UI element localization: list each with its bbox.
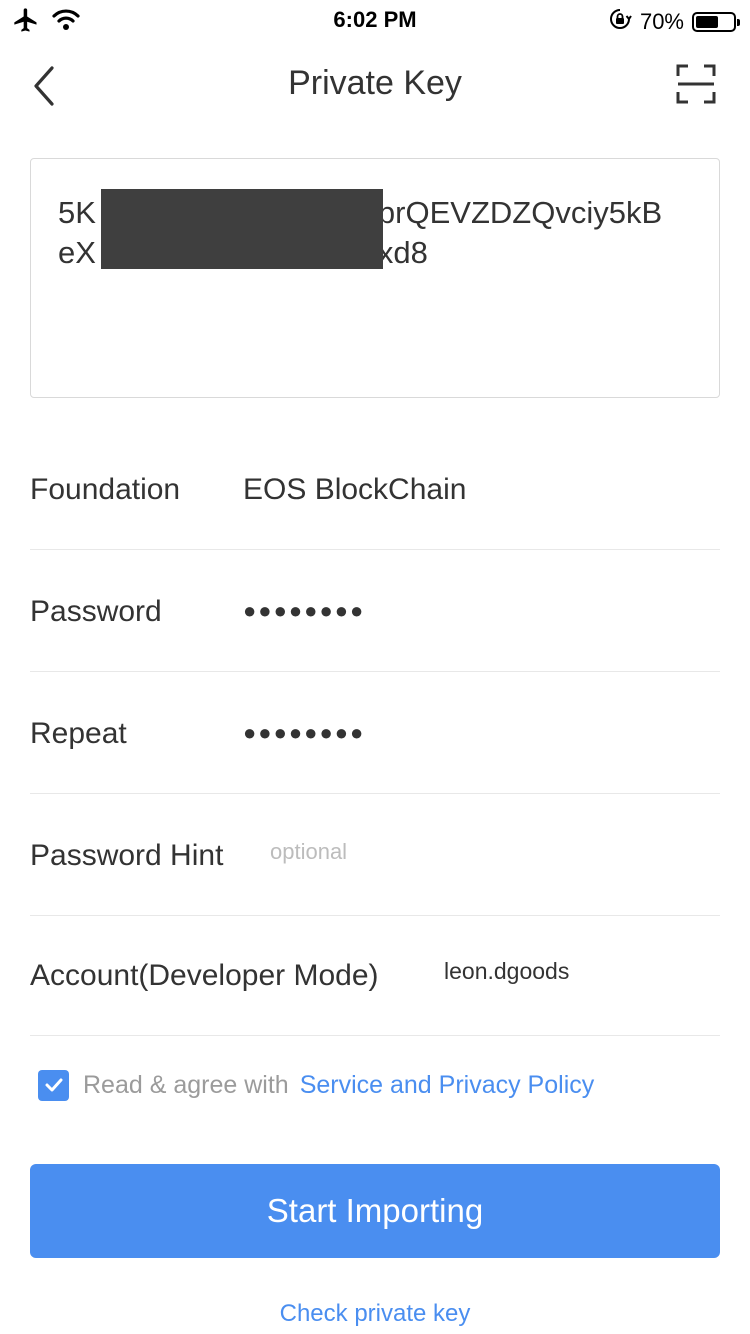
private-key-textarea[interactable]: 5K prQEVZDZQvciy5kB eX xd8 bbox=[30, 158, 720, 398]
status-right: 70% bbox=[608, 7, 740, 37]
account-row: Account(Developer Mode) leon.dgoods bbox=[30, 914, 720, 1036]
private-key-line2-end: xd8 bbox=[377, 235, 428, 270]
battery-percent: 70% bbox=[639, 9, 684, 34]
checkmark-icon bbox=[45, 1078, 62, 1092]
password-hint-label: Password Hint bbox=[30, 839, 224, 872]
account-input[interactable]: leon.dgoods bbox=[444, 958, 569, 985]
private-key-line1-end: prQEVZDZQvciy5kB bbox=[377, 195, 663, 230]
password-hint-row: Password Hint optional bbox=[30, 794, 720, 916]
repeat-row: Repeat ●●●●●●●● bbox=[30, 672, 720, 794]
scan-button[interactable] bbox=[676, 64, 716, 104]
status-bar: 6:02 PM 70% bbox=[0, 0, 750, 40]
repeat-label: Repeat bbox=[30, 717, 127, 750]
password-hint-input[interactable]: optional bbox=[270, 839, 347, 865]
agree-text: Read & agree with bbox=[83, 1070, 289, 1099]
foundation-label: Foundation bbox=[30, 473, 181, 506]
start-importing-button[interactable]: Start Importing bbox=[30, 1164, 720, 1258]
battery-icon bbox=[692, 12, 740, 32]
private-key-line2-start: eX bbox=[58, 235, 96, 270]
battery-fill bbox=[696, 16, 719, 28]
foundation-value: EOS BlockChain bbox=[243, 473, 467, 506]
page-title: Private Key bbox=[288, 64, 462, 102]
password-field[interactable]: ●●●●●●●● bbox=[243, 598, 365, 624]
scan-icon bbox=[676, 64, 716, 104]
nav-bar: Private Key bbox=[0, 40, 750, 130]
privacy-policy-link[interactable]: Service and Privacy Policy bbox=[300, 1071, 595, 1100]
orientation-lock-icon bbox=[608, 7, 632, 37]
agree-checkbox[interactable] bbox=[38, 1069, 69, 1101]
battery-tip bbox=[737, 19, 740, 26]
password-row: Password ●●●●●●●● bbox=[30, 550, 720, 672]
check-private-key-link[interactable]: Check private key bbox=[0, 1300, 750, 1328]
private-key-line1-start: 5K bbox=[58, 195, 96, 230]
repeat-password-field[interactable]: ●●●●●●●● bbox=[243, 720, 365, 746]
redaction-block bbox=[101, 189, 383, 269]
password-label: Password bbox=[30, 595, 162, 628]
foundation-row[interactable]: Foundation EOS BlockChain bbox=[30, 428, 720, 550]
agreement: Read & agree with Service and Privacy Po… bbox=[38, 1068, 594, 1102]
account-label: Account(Developer Mode) bbox=[30, 959, 379, 992]
